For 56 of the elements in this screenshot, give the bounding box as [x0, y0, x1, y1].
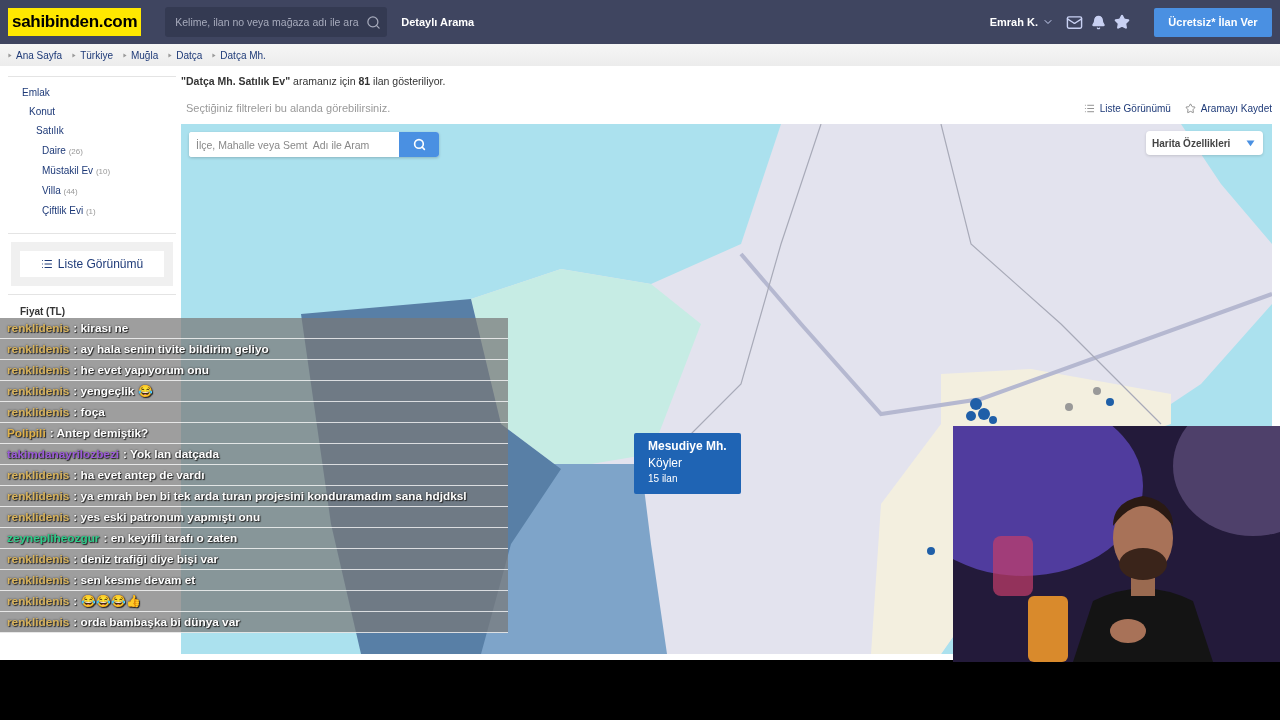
triangle-icon — [168, 52, 173, 58]
chat-username: renklidenis — [7, 468, 70, 482]
triangle-icon — [212, 52, 217, 58]
chat-username: renklidenis — [7, 594, 70, 608]
category-link[interactable]: Daire (26) — [42, 140, 176, 161]
chat-username: renklidenis — [7, 384, 70, 398]
star-icon — [1184, 102, 1196, 114]
filter-hint: Seçtiğiniz filtreleri bu alanda görebilirsiniz. — [186, 102, 392, 114]
breadcrumb-link[interactable]: Türkiye — [72, 49, 113, 61]
chat-text: : he evet yapıyorum onu — [73, 363, 209, 377]
category-link[interactable]: Çiftlik Evi (1) — [42, 201, 176, 222]
chat-text: : deniz trafiği diye bişi var — [73, 552, 219, 566]
chat-username: takimdanayrilozbezi — [7, 447, 120, 461]
result-summary: "Datça Mh. Satılık Ev" aramanız için 81 ilan gösteriliyor. — [181, 74, 447, 89]
category-link[interactable]: Villa (44) — [42, 181, 176, 202]
chat-username: renklidenis — [7, 363, 70, 377]
chat-text: : Antep demiştik? — [49, 426, 149, 440]
chat-username: renklidenis — [7, 510, 70, 524]
list-view-button[interactable]: Liste Görünümü — [20, 251, 164, 278]
user-menu[interactable]: Emrah K. — [989, 16, 1054, 28]
triangle-icon — [72, 52, 77, 58]
triangle-icon — [8, 52, 12, 58]
breadcrumb-link[interactable]: Datça — [168, 49, 203, 61]
chat-username: renklidenis — [7, 552, 70, 566]
chat-username: zeynepliheozgur — [7, 531, 100, 545]
breadcrumb-link[interactable]: Ana Sayfa — [8, 49, 63, 61]
triangle-icon — [122, 52, 127, 58]
chat-text: : yengeçlik 😂 — [73, 384, 153, 398]
detailed-search-link[interactable]: Detaylı Arama — [401, 16, 475, 28]
chat-text: : ha evet antep de vardı — [73, 468, 205, 482]
search-input[interactable]: Kelime, ilan no veya mağaza adı ile ara — [173, 15, 367, 29]
site-logo[interactable]: sahibinden.com — [8, 8, 142, 36]
star-icon[interactable] — [1114, 14, 1130, 30]
list-icon — [40, 258, 53, 271]
bell-icon[interactable] — [1091, 14, 1106, 30]
chat-username: renklidenis — [7, 615, 70, 629]
breadcrumb-link[interactable]: Muğla — [122, 49, 159, 61]
category-link[interactable]: Emlak — [22, 83, 176, 103]
chat-username: renklidenis — [7, 405, 70, 419]
category-link[interactable]: Konut — [29, 102, 176, 122]
breadcrumb-link[interactable]: Datça Mh. — [212, 49, 266, 61]
search-icon[interactable] — [366, 14, 382, 30]
chat-username: Polipili — [7, 426, 46, 440]
category-link[interactable]: Satılık — [36, 121, 176, 141]
chat-text: : foça — [73, 405, 105, 419]
category-link[interactable]: Müstakil Ev (10) — [42, 160, 176, 181]
chat-username: renklidenis — [7, 342, 70, 356]
list-view-link[interactable]: Liste Görünümü — [1083, 102, 1171, 114]
save-search-link[interactable]: Aramayı Kaydet — [1184, 102, 1272, 114]
chat-text: : sen kesme devam et — [73, 573, 196, 587]
list-icon — [1083, 102, 1095, 114]
chat-username: renklidenis — [7, 573, 70, 587]
search-field[interactable]: Kelime, ilan no veya mağaza adı ile ara — [165, 7, 388, 37]
mail-icon[interactable] — [1066, 13, 1083, 31]
chat-text: : 😂😂😂👍 — [73, 594, 141, 608]
chat-username: renklidenis — [7, 489, 70, 503]
